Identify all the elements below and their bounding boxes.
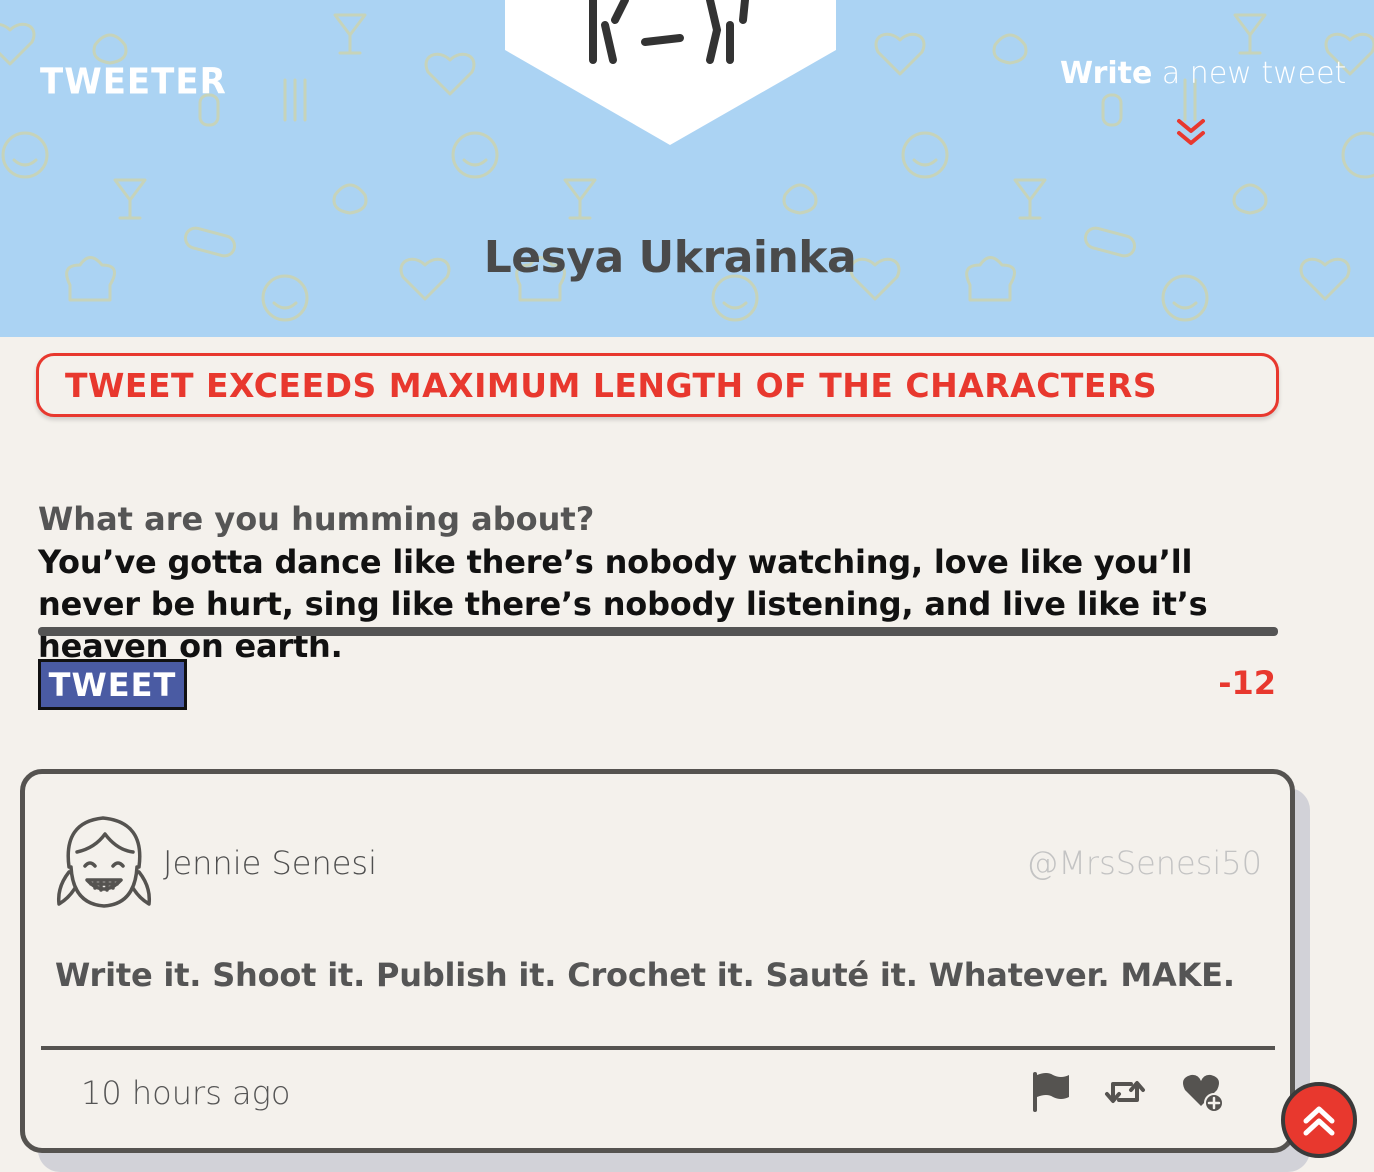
compose-label: What are you humming about? (38, 500, 595, 538)
retweet-icon[interactable] (1103, 1070, 1147, 1114)
write-new-tweet-toggle[interactable]: Write a new tweet (1060, 56, 1346, 91)
profile-avatar-badge (505, 0, 836, 145)
scroll-to-top-button[interactable] (1281, 1082, 1357, 1158)
flag-icon[interactable] (1029, 1070, 1073, 1114)
tweet-author-handle[interactable]: @MrsSenesi50 (1026, 844, 1262, 882)
error-message: Tweet exceeds maximum length of the char… (65, 365, 1158, 405)
double-chevron-down-icon[interactable] (1174, 116, 1208, 150)
compose-toggle-rest: a new tweet (1152, 56, 1347, 91)
character-counter: -12 (1218, 664, 1276, 702)
textarea-underline (38, 627, 1278, 636)
tweet-author-name[interactable]: Jennie Senesi (163, 844, 377, 882)
user-avatar-icon (56, 816, 152, 908)
profile-header: Tweeter Lesya Ukrainka Write a new tweet (0, 0, 1374, 337)
tweet-submit-button[interactable]: Tweet (38, 659, 187, 710)
tweet-footer-divider (41, 1046, 1275, 1050)
brand-logo[interactable]: Tweeter (40, 61, 227, 103)
error-banner: Tweet exceeds maximum length of the char… (36, 353, 1279, 417)
double-chevron-up-icon (1303, 1106, 1335, 1136)
heart-plus-icon[interactable] (1181, 1070, 1225, 1114)
tweet-content: Write it. Shoot it. Publish it. Crochet … (55, 956, 1235, 994)
tweet-textarea[interactable]: You’ve gotta dance like there’s nobody w… (38, 541, 1278, 667)
compose-toggle-bold: Write (1060, 56, 1153, 91)
profile-name: Lesya Ukrainka (483, 232, 857, 283)
tweet-card: Jennie Senesi @MrsSenesi50 Write it. Sho… (20, 769, 1295, 1153)
tweet-timestamp: 10 hours ago (81, 1074, 291, 1112)
